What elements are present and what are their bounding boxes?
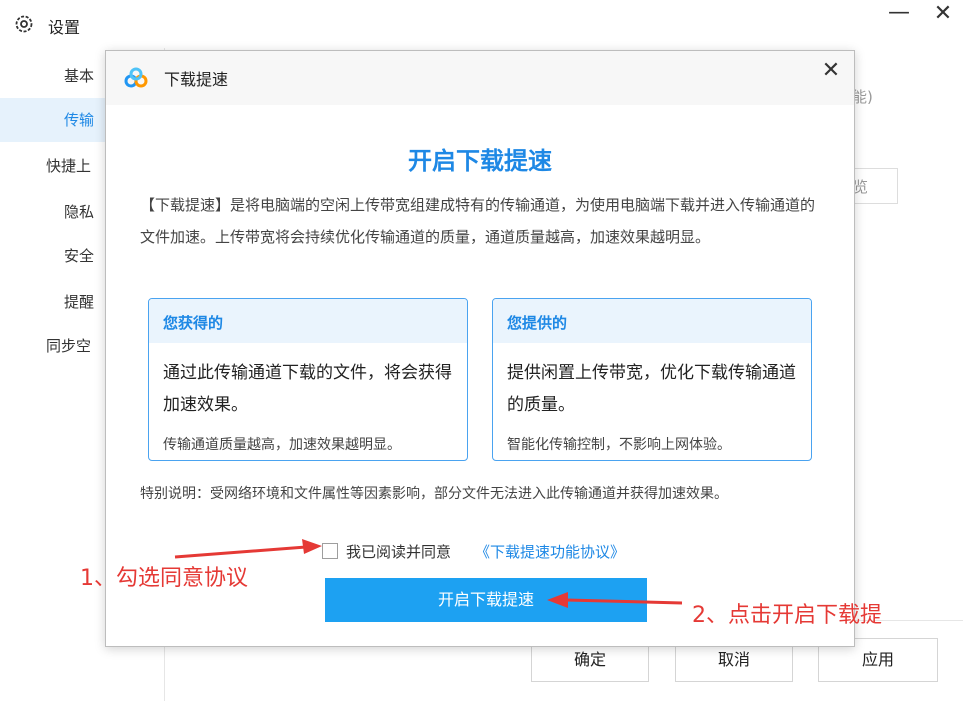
annotation-step-2: 2、点击开启下载提	[692, 603, 882, 628]
gear-icon	[15, 15, 33, 33]
minimize-button[interactable]: —	[884, 0, 914, 30]
agree-checkbox[interactable]	[322, 543, 338, 559]
background-browse-label: 览	[853, 178, 869, 196]
card-main-text: 通过此传输通道下载的文件，将会获得加速效果。	[163, 363, 452, 415]
card-title: 您获得的	[163, 314, 224, 332]
background-partial-text: 能)	[852, 88, 873, 106]
annotation-step-1: 1、勾选同意协议	[80, 566, 248, 591]
card-note: 传输通道质量越高，加速效果越明显。	[163, 437, 401, 453]
dialog-title: 下载提速	[164, 70, 229, 89]
special-notice: 特别说明：受网络环境和文件属性等因素影响，部分文件无法进入此传输通道并获得加速效…	[140, 486, 728, 502]
contribution-card: 您提供的 提供闲置上传带宽，优化下载传输通道的质量。 智能化传输控制，不影响上网…	[492, 298, 812, 461]
download-boost-dialog: 下载提速 ✕ 开启下载提速 【下载提速】是将电脑端的空闲上传带宽组建成特有的传输…	[105, 50, 855, 647]
title-bar: 设置 — ✕	[0, 0, 963, 48]
baidu-netdisk-logo-icon	[124, 67, 148, 88]
enable-download-boost-button[interactable]: 开启下载提速	[325, 578, 647, 622]
window-title: 设置	[48, 18, 81, 37]
dialog-close-button[interactable]: ✕	[816, 57, 846, 87]
dialog-heading: 开启下载提速	[408, 147, 552, 175]
dialog-header: 下载提速 ✕	[106, 51, 854, 105]
card-title: 您提供的	[507, 314, 568, 332]
agreement-link[interactable]: 《下载提速功能协议》	[475, 541, 625, 562]
card-main-text: 提供闲置上传带宽，优化下载传输通道的质量。	[507, 363, 796, 415]
benefit-card: 您获得的 通过此传输通道下载的文件，将会获得加速效果。 传输通道质量越高，加速效…	[148, 298, 468, 461]
dialog-description: 【下载提速】是将电脑端的空闲上传带宽组建成特有的传输通道，为使用电脑端下载并进入…	[140, 196, 816, 246]
agree-label: 我已阅读并同意	[346, 543, 452, 561]
window-close-button[interactable]: ✕	[928, 0, 958, 30]
card-note: 智能化传输控制，不影响上网体验。	[507, 437, 731, 453]
